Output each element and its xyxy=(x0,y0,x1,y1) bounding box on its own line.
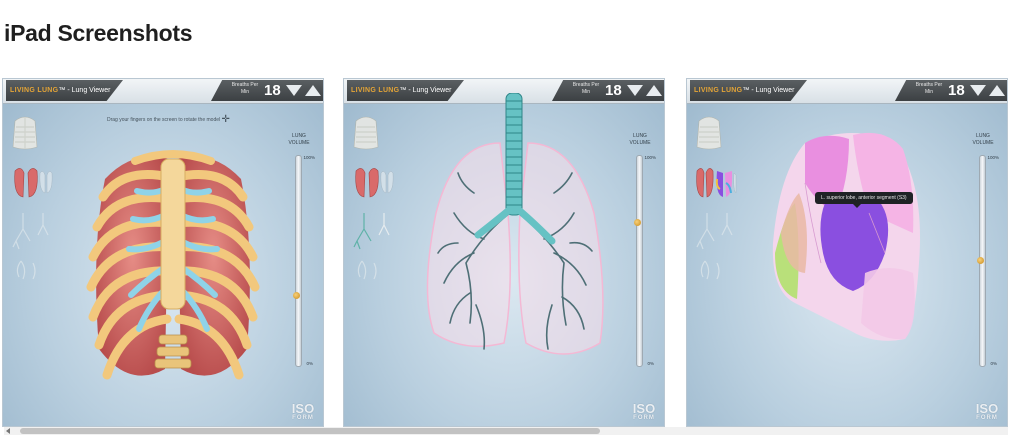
volume-min-label: 0% xyxy=(306,361,313,366)
isoform-logo: ISO FORM xyxy=(629,401,659,422)
logo-text: ISO xyxy=(632,401,656,416)
screenshot-ribcage[interactable]: LIVING LUNG™ - Lung Viewer Breaths Per M… xyxy=(3,79,323,426)
volume-thumb[interactable] xyxy=(634,218,641,226)
lungs-icon[interactable] xyxy=(14,168,38,198)
brand-name: LIVING LUNG xyxy=(351,87,400,94)
app-brand: LIVING LUNG™ - Lung Viewer xyxy=(6,80,123,101)
breaths-control: Breaths Per Min 18 xyxy=(211,80,323,101)
view-selector xyxy=(350,113,394,363)
breaths-control: Breaths Per Min 18 xyxy=(895,80,1007,101)
screenshot-segments[interactable]: LIVING LUNG™ - Lung Viewer Breaths Per M… xyxy=(687,79,1007,426)
ribcage-icon[interactable] xyxy=(353,116,379,150)
volume-track[interactable] xyxy=(295,155,302,367)
airways-icon[interactable] xyxy=(353,213,390,250)
bronchi-icon[interactable] xyxy=(700,260,720,280)
scroll-left-icon[interactable] xyxy=(6,428,10,434)
horizontal-scrollbar[interactable] xyxy=(4,427,1008,435)
ribcage-model[interactable] xyxy=(73,119,273,419)
triangle-down-icon[interactable] xyxy=(970,85,986,96)
lung-volume-label: LUNG VOLUME xyxy=(629,133,651,146)
volume-min-label: 0% xyxy=(647,361,654,366)
lung-volume-label: LUNG VOLUME xyxy=(288,133,310,146)
lung-volume-slider[interactable]: LUNG VOLUME 100% 0% xyxy=(965,133,1001,373)
triangle-down-icon[interactable] xyxy=(286,85,302,96)
airways-icon[interactable] xyxy=(12,213,49,250)
ribcage-icon[interactable] xyxy=(12,116,38,150)
volume-min-label: 0% xyxy=(990,361,997,366)
lungs-icon[interactable] xyxy=(696,168,714,198)
triangle-up-icon[interactable] xyxy=(305,85,321,96)
segment-tooltip: L. superior lobe, anterior segment (S3) xyxy=(815,192,913,208)
lungs-outline-icon[interactable] xyxy=(39,171,53,194)
triangle-up-icon[interactable] xyxy=(646,85,662,96)
screenshot-airways[interactable]: LIVING LUNG™ - Lung Viewer Breaths Per M… xyxy=(344,79,664,426)
lung-segments-icon[interactable] xyxy=(715,171,733,197)
scrollbar-thumb[interactable] xyxy=(20,428,600,434)
lung-volume-slider[interactable]: LUNG VOLUME 100% 0% xyxy=(622,133,658,373)
brand-name: LIVING LUNG xyxy=(10,87,59,94)
logo-text: ISO xyxy=(291,401,315,416)
volume-track[interactable] xyxy=(636,155,643,367)
logo-subtext: FORM xyxy=(292,415,314,421)
triangle-up-icon[interactable] xyxy=(989,85,1005,96)
airways-icon[interactable] xyxy=(696,213,733,250)
isoform-logo: ISO FORM xyxy=(972,401,1002,422)
lungs-outline-icon[interactable] xyxy=(380,171,394,194)
lungs-outline-icon[interactable] xyxy=(733,172,737,194)
breaths-label: Breaths Per Min xyxy=(915,82,943,95)
view-selector xyxy=(693,113,737,363)
ribcage-icon[interactable] xyxy=(696,116,722,150)
lung-volume-label: LUNG VOLUME xyxy=(972,133,994,146)
logo-subtext: FORM xyxy=(976,415,998,421)
airways-model[interactable] xyxy=(414,93,614,423)
logo-subtext: FORM xyxy=(633,415,655,421)
section-title: iPad Screenshots xyxy=(4,20,193,46)
brand-suffix: ™ - Lung Viewer xyxy=(58,87,111,94)
lungs-icon[interactable] xyxy=(355,168,379,198)
breaths-value: 18 xyxy=(948,82,965,99)
brand-suffix: ™ - Lung Viewer xyxy=(742,87,795,94)
volume-max-label: 100% xyxy=(644,155,656,160)
isoform-logo: ISO FORM xyxy=(288,401,318,422)
bronchi-icon[interactable] xyxy=(357,260,377,280)
app-brand: LIVING LUNG™ - Lung Viewer xyxy=(690,80,807,101)
brand-name: LIVING LUNG xyxy=(694,87,743,94)
lung-segments-model[interactable] xyxy=(765,123,935,353)
lung-volume-slider[interactable]: LUNG VOLUME 100% 0% xyxy=(281,133,317,373)
breaths-label: Breaths Per Min xyxy=(231,82,259,95)
bronchi-icon[interactable] xyxy=(16,260,36,280)
logo-text: ISO xyxy=(975,401,999,416)
app-toolbar: LIVING LUNG™ - Lung Viewer Breaths Per M… xyxy=(3,79,323,104)
volume-thumb[interactable] xyxy=(977,256,984,264)
view-selector xyxy=(9,113,53,363)
volume-max-label: 100% xyxy=(987,155,999,160)
triangle-down-icon[interactable] xyxy=(627,85,643,96)
breaths-value: 18 xyxy=(264,82,281,99)
app-toolbar: LIVING LUNG™ - Lung Viewer Breaths Per M… xyxy=(687,79,1007,104)
volume-max-label: 100% xyxy=(303,155,315,160)
